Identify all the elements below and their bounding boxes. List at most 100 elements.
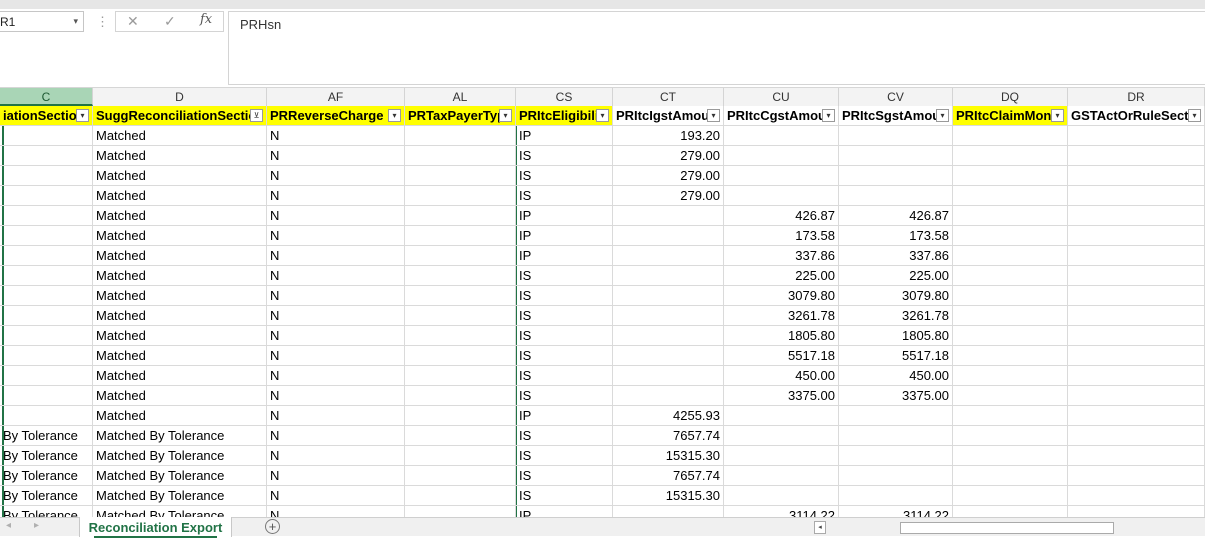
header-cell[interactable]: GSTActOrRuleSectic ▾ (1068, 106, 1205, 126)
cell[interactable] (724, 186, 839, 206)
cell[interactable]: N (267, 386, 405, 406)
cell[interactable] (953, 466, 1068, 486)
cell[interactable] (405, 246, 516, 266)
column-header-al[interactable]: AL (405, 88, 516, 106)
cell[interactable] (0, 186, 93, 206)
cell[interactable] (405, 186, 516, 206)
cell[interactable] (405, 406, 516, 426)
cell[interactable]: N (267, 126, 405, 146)
cell[interactable] (724, 146, 839, 166)
cell[interactable]: 225.00 (839, 266, 953, 286)
cell[interactable] (0, 266, 93, 286)
cell[interactable]: Matched (93, 406, 267, 426)
cell[interactable] (1068, 506, 1205, 517)
cell[interactable]: 426.87 (724, 206, 839, 226)
cell[interactable] (405, 286, 516, 306)
cell[interactable]: 15315.30 (613, 446, 724, 466)
cell[interactable]: Matched (93, 186, 267, 206)
cell[interactable] (405, 426, 516, 446)
filter-dropdown-icon[interactable]: ▾ (822, 109, 835, 122)
insert-function-icon[interactable]: fx (200, 12, 212, 27)
cell[interactable] (1068, 386, 1205, 406)
cell[interactable]: 426.87 (839, 206, 953, 226)
cell[interactable]: 3114.22 (724, 506, 839, 517)
cell[interactable] (1068, 466, 1205, 486)
cell[interactable] (405, 306, 516, 326)
cell[interactable]: N (267, 206, 405, 226)
cell[interactable]: N (267, 506, 405, 517)
cell[interactable] (1068, 446, 1205, 466)
cell[interactable] (1068, 266, 1205, 286)
column-header-cs[interactable]: CS (516, 88, 613, 106)
cell[interactable]: Matched By Tolerance (93, 446, 267, 466)
cell[interactable] (1068, 246, 1205, 266)
cell[interactable] (724, 446, 839, 466)
cell[interactable] (405, 366, 516, 386)
filter-dropdown-icon[interactable]: ▾ (76, 109, 89, 122)
cell[interactable] (613, 286, 724, 306)
cell[interactable]: Matched (93, 326, 267, 346)
cell[interactable] (613, 206, 724, 226)
cell[interactable]: N (267, 146, 405, 166)
cell[interactable]: Matched By Tolerance (93, 506, 267, 517)
filter-dropdown-icon[interactable]: ▾ (1188, 109, 1201, 122)
cell[interactable] (724, 486, 839, 506)
cell[interactable] (724, 126, 839, 146)
cell[interactable] (953, 266, 1068, 286)
cell[interactable] (1068, 426, 1205, 446)
cell[interactable]: IS (516, 186, 613, 206)
cell[interactable] (953, 386, 1068, 406)
formula-input[interactable]: PRHsn (228, 11, 1205, 85)
cell[interactable]: Matched (93, 166, 267, 186)
cell[interactable] (613, 246, 724, 266)
cell[interactable] (0, 346, 93, 366)
cell[interactable] (613, 346, 724, 366)
horizontal-scrollbar-thumb[interactable] (900, 522, 1114, 534)
cell[interactable]: IS (516, 486, 613, 506)
cell[interactable] (613, 366, 724, 386)
cell[interactable]: Matched (93, 266, 267, 286)
cell[interactable] (953, 166, 1068, 186)
cell[interactable]: 279.00 (613, 186, 724, 206)
cell[interactable]: N (267, 406, 405, 426)
cell[interactable]: IP (516, 226, 613, 246)
cell[interactable]: IP (516, 126, 613, 146)
cell[interactable]: N (267, 366, 405, 386)
cell[interactable]: Matched By Tolerance (93, 486, 267, 506)
cell[interactable] (953, 426, 1068, 446)
cell[interactable] (0, 246, 93, 266)
cell[interactable] (953, 146, 1068, 166)
sheet-nav-next-icon[interactable]: ▸ (34, 520, 39, 531)
cell[interactable] (953, 186, 1068, 206)
cell[interactable] (953, 246, 1068, 266)
cell[interactable]: N (267, 426, 405, 446)
cell[interactable] (953, 506, 1068, 517)
cell[interactable]: 3375.00 (839, 386, 953, 406)
cell[interactable]: Matched (93, 206, 267, 226)
header-cell[interactable]: SuggReconciliationSectio ⊻ (93, 106, 267, 126)
cell[interactable] (953, 226, 1068, 246)
formula-bar-more-icon[interactable]: ⋮ (96, 14, 110, 30)
cell[interactable]: IS (516, 366, 613, 386)
cell[interactable] (0, 206, 93, 226)
header-cell[interactable]: PRTaxPayerTyp ▾ (405, 106, 516, 126)
cell[interactable]: Matched (93, 366, 267, 386)
cell[interactable] (953, 306, 1068, 326)
cell[interactable]: IS (516, 266, 613, 286)
cell[interactable] (953, 206, 1068, 226)
cell[interactable]: By Tolerance (0, 466, 93, 486)
cell[interactable]: 3114.22 (839, 506, 953, 517)
cell[interactable] (613, 266, 724, 286)
cell[interactable] (405, 226, 516, 246)
cell[interactable]: IS (516, 386, 613, 406)
cell[interactable] (724, 166, 839, 186)
filter-dropdown-icon[interactable]: ▾ (1051, 109, 1064, 122)
cell[interactable] (405, 266, 516, 286)
cell[interactable] (1068, 366, 1205, 386)
column-header-d[interactable]: D (93, 88, 267, 106)
cell[interactable] (0, 406, 93, 426)
cell[interactable] (0, 366, 93, 386)
cell[interactable]: 7657.74 (613, 466, 724, 486)
cell[interactable] (0, 286, 93, 306)
cell[interactable] (1068, 306, 1205, 326)
